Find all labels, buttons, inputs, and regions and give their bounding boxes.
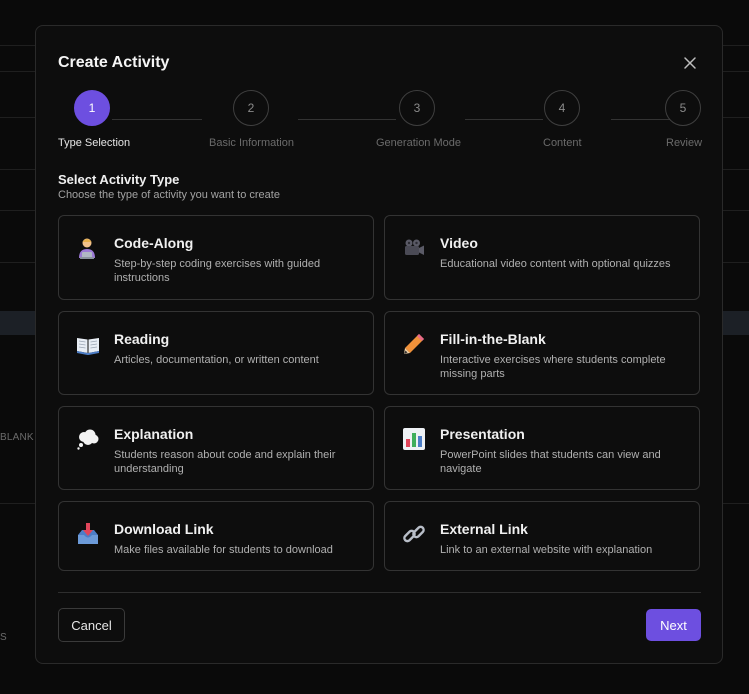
activity-card-description: Make files available for students to dow… xyxy=(114,544,333,556)
background-text: S xyxy=(0,632,7,643)
create-activity-modal: Create Activity 1 2 3 4 5 Type Selection… xyxy=(35,25,723,664)
activity-card-description: Students reason about code and explain t… xyxy=(114,449,336,475)
activity-card-title: Download Link xyxy=(114,521,214,537)
activity-card-description: PowerPoint slides that students can view… xyxy=(440,449,661,475)
step-1-circle: 1 xyxy=(74,90,110,126)
activity-card-code-along[interactable]: Code-Along Step-by-step coding exercises… xyxy=(58,215,374,300)
thought-bubble-icon xyxy=(76,427,100,451)
step-4-label: Content xyxy=(543,137,582,149)
activity-card-title: Presentation xyxy=(440,426,525,442)
activity-card-title: External Link xyxy=(440,521,528,537)
bar-chart-icon xyxy=(402,427,426,451)
step-5-circle: 5 xyxy=(665,90,701,126)
step-connector xyxy=(298,119,396,120)
activity-card-description: Educational video content with optional … xyxy=(440,258,671,270)
activity-card-presentation[interactable]: Presentation PowerPoint slides that stud… xyxy=(384,406,700,490)
activity-card-explanation[interactable]: Explanation Students reason about code a… xyxy=(58,406,374,490)
activity-card-title: Fill-in-the-Blank xyxy=(440,331,546,347)
activity-card-description: Link to an external website with explana… xyxy=(440,544,653,556)
step-3-label: Generation Mode xyxy=(376,137,461,149)
section-subtitle: Choose the type of activity you want to … xyxy=(58,189,280,201)
activity-card-title: Video xyxy=(440,235,478,251)
step-connector xyxy=(465,119,543,120)
video-camera-icon xyxy=(402,236,426,260)
activity-card-description: Articles, documentation, or written cont… xyxy=(114,354,319,366)
section-title: Select Activity Type xyxy=(58,172,180,187)
footer-divider xyxy=(58,592,701,593)
step-connector xyxy=(112,119,202,120)
technologist-icon xyxy=(76,236,100,260)
activity-card-title: Explanation xyxy=(114,426,194,442)
activity-card-title: Reading xyxy=(114,331,170,347)
pencil-icon xyxy=(402,332,426,356)
next-button[interactable]: Next xyxy=(646,609,701,641)
step-4-circle: 4 xyxy=(544,90,580,126)
step-5-label: Review xyxy=(666,137,703,149)
stepper: 1 2 3 4 5 Type Selection Basic Informati… xyxy=(58,90,703,150)
step-3-circle: 3 xyxy=(399,90,435,126)
activity-card-title: Code-Along xyxy=(114,235,194,251)
background-text: BLANK xyxy=(0,432,34,443)
modal-title: Create Activity xyxy=(58,54,170,71)
activity-card-description: Step-by-step coding exercises with guide… xyxy=(114,258,321,284)
activity-card-fill-in-the-blank[interactable]: Fill-in-the-Blank Interactive exercises … xyxy=(384,311,700,395)
activity-card-reading[interactable]: Reading Articles, documentation, or writ… xyxy=(58,311,374,395)
step-2-label: Basic Information xyxy=(209,137,294,149)
cancel-button[interactable]: Cancel xyxy=(58,608,125,642)
activity-card-download-link[interactable]: Download Link Make files available for s… xyxy=(58,501,374,571)
open-book-icon xyxy=(76,332,100,356)
activity-card-video[interactable]: Video Educational video content with opt… xyxy=(384,215,700,300)
step-1-label: Type Selection xyxy=(58,137,131,149)
close-icon[interactable] xyxy=(681,54,699,72)
activity-card-description: Interactive exercises where students com… xyxy=(440,354,666,380)
step-2-circle: 2 xyxy=(233,90,269,126)
link-icon xyxy=(402,522,426,546)
inbox-download-icon xyxy=(76,522,100,546)
activity-card-external-link[interactable]: External Link Link to an external websit… xyxy=(384,501,700,571)
